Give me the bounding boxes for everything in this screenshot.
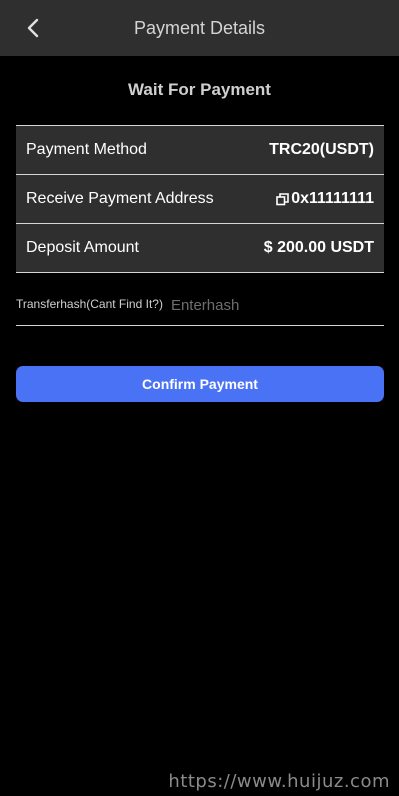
- transfer-hash-input[interactable]: [170, 294, 384, 316]
- deposit-amount-row: Deposit Amount $ 200.00 USDT: [16, 224, 384, 273]
- page-header-title: Payment Details: [133, 18, 266, 38]
- payment-method-row: Payment Method TRC20(USDT): [16, 126, 384, 175]
- deposit-amount-label: Deposit Amount: [26, 239, 139, 256]
- watermark-text: https://www.huijuz.com: [168, 771, 390, 792]
- wait-for-payment-title: Wait For Payment: [128, 80, 271, 99]
- transfer-hash-field-row: Transferhash(Cant Find It?): [16, 288, 384, 326]
- payment-method-value: TRC20(USDT): [269, 141, 374, 158]
- payment-details-table: Payment Method TRC20(USDT) Receive Payme…: [16, 125, 384, 273]
- receive-address-value-group: 0x11111111: [276, 190, 374, 208]
- confirm-payment-button[interactable]: Confirm Payment: [16, 366, 384, 402]
- receive-address-row: Receive Payment Address 0x11111111: [16, 175, 384, 224]
- receive-address-value[interactable]: 0x11111111: [291, 190, 374, 208]
- transfer-hash-label: Transferhash(Cant Find It?): [16, 297, 163, 311]
- copy-icon[interactable]: [276, 192, 289, 206]
- payment-method-label: Payment Method: [26, 141, 147, 158]
- deposit-amount-value: $ 200.00 USDT: [263, 239, 374, 256]
- top-bar: Payment Details: [0, 0, 399, 56]
- receive-address-label: Receive Payment Address: [26, 190, 214, 207]
